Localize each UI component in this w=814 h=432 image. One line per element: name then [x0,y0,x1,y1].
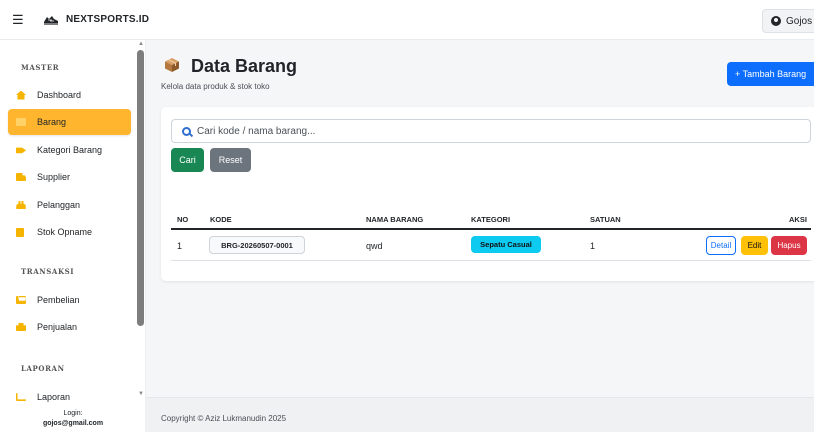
main-content: Data Barang Kelola data produk & stok to… [146,40,814,432]
search-icon [182,126,191,136]
table-header: NO KODE NAMA BARANG KATEGORI SATUAN AKSI [171,209,811,230]
chart-icon [16,393,26,401]
detail-button[interactable]: Detail [706,236,736,255]
box-icon [16,118,26,126]
login-info: Login: gojos@gmail.com [0,409,146,429]
add-item-button[interactable]: + Tambah Barang [727,62,814,86]
table-row: 1 BRG-20260507-0001 qwd Sepatu Casual 1 … [171,231,811,261]
sidebar-item-label: Penjualan [37,322,78,332]
page-subtitle: Kelola data produk & stok toko [161,82,270,91]
sidebar-item-label: Dashboard [37,90,82,100]
login-email: gojos@gmail.com [42,420,104,427]
section-transaksi: TRANSAKSI [21,267,75,276]
user-name: Gojos [786,15,813,27]
search-placeholder: Cari kode / nama barang... [197,125,316,137]
column-header-no: NO [177,215,189,224]
column-header-kategori: KATEGORI [471,215,511,224]
cart-icon [16,296,26,304]
sidebar-item-label: Stok Opname [37,227,93,237]
sidebar-item-label: Barang [37,117,67,127]
top-navbar: ☰ NEXTSPORTS.ID Gojos [0,0,814,40]
sidebar-item-label: Pembelian [37,295,80,305]
home-icon [16,90,26,100]
scroll-down-arrow[interactable]: ▼ [137,390,145,398]
scroll-up-arrow[interactable]: ▲ [137,40,145,48]
footer: Copyright © Aziz Lukmanudin 2025 [146,397,814,432]
page-title: Data Barang [191,56,298,76]
sidebar-item-label: Laporan [37,392,71,402]
sidebar-item-dashboard[interactable]: Dashboard [8,82,131,108]
sidebar-item-supplier[interactable]: Supplier [8,164,131,190]
search-button[interactable]: Cari [171,148,204,172]
cell-kode-badge: BRG-20260507-0001 [209,236,305,254]
shopping-bag-icon [16,323,26,331]
delete-button[interactable]: Hapus [771,236,807,255]
sidebar-item-label: Kategori Barang [37,145,103,155]
column-header-aksi: AKSI [789,215,807,224]
sidebar-item-pelanggan[interactable]: Pelanggan [8,192,131,218]
column-header-satuan: SATUAN [590,215,621,224]
sidebar-scrollbar[interactable] [137,50,144,326]
user-menu-button[interactable]: Gojos [762,9,814,33]
sidebar-item-label: Supplier [37,172,71,182]
brand-name[interactable]: NEXTSPORTS.ID [66,14,149,25]
hamburger-icon[interactable]: ☰ [12,12,24,28]
sidebar-item-barang[interactable]: Barang [8,109,131,135]
edit-button[interactable]: Edit [741,236,768,255]
tag-icon [16,147,26,154]
sidebar-item-penjualan[interactable]: Penjualan [8,314,131,340]
login-label: Login: [63,410,83,417]
package-icon [165,58,179,72]
sidebar-item-kategori-barang[interactable]: Kategori Barang [8,137,131,163]
clipboard-icon [16,227,24,237]
cell-kategori-badge: Sepatu Casual [471,236,541,253]
section-master: MASTER [21,63,60,72]
section-laporan: LAPORAN [21,364,65,373]
sidebar-item-stok-opname[interactable]: Stok Opname [8,219,131,245]
users-icon [16,201,26,209]
column-header-kode: KODE [210,215,232,224]
sidebar-item-pembelian[interactable]: Pembelian [8,287,131,313]
data-card: Cari kode / nama barang... Cari Reset NO… [161,107,814,281]
sidebar-item-laporan[interactable]: Laporan [8,384,131,410]
cell-no: 1 [177,241,183,251]
sneaker-icon [44,16,58,25]
cell-satuan: 1 [590,241,596,251]
sidebar-item-label: Pelanggan [37,200,81,210]
search-input[interactable]: Cari kode / nama barang... [171,119,811,143]
copyright-text: Copyright © Aziz Lukmanudin 2025 [161,414,287,423]
reset-button[interactable]: Reset [210,148,251,172]
sidebar: MASTER Dashboard Barang Kategori Barang … [0,40,146,432]
truck-icon [16,173,26,181]
cell-nama: qwd [366,241,383,251]
user-circle-icon [771,16,781,26]
column-header-nama: NAMA BARANG [366,215,424,224]
